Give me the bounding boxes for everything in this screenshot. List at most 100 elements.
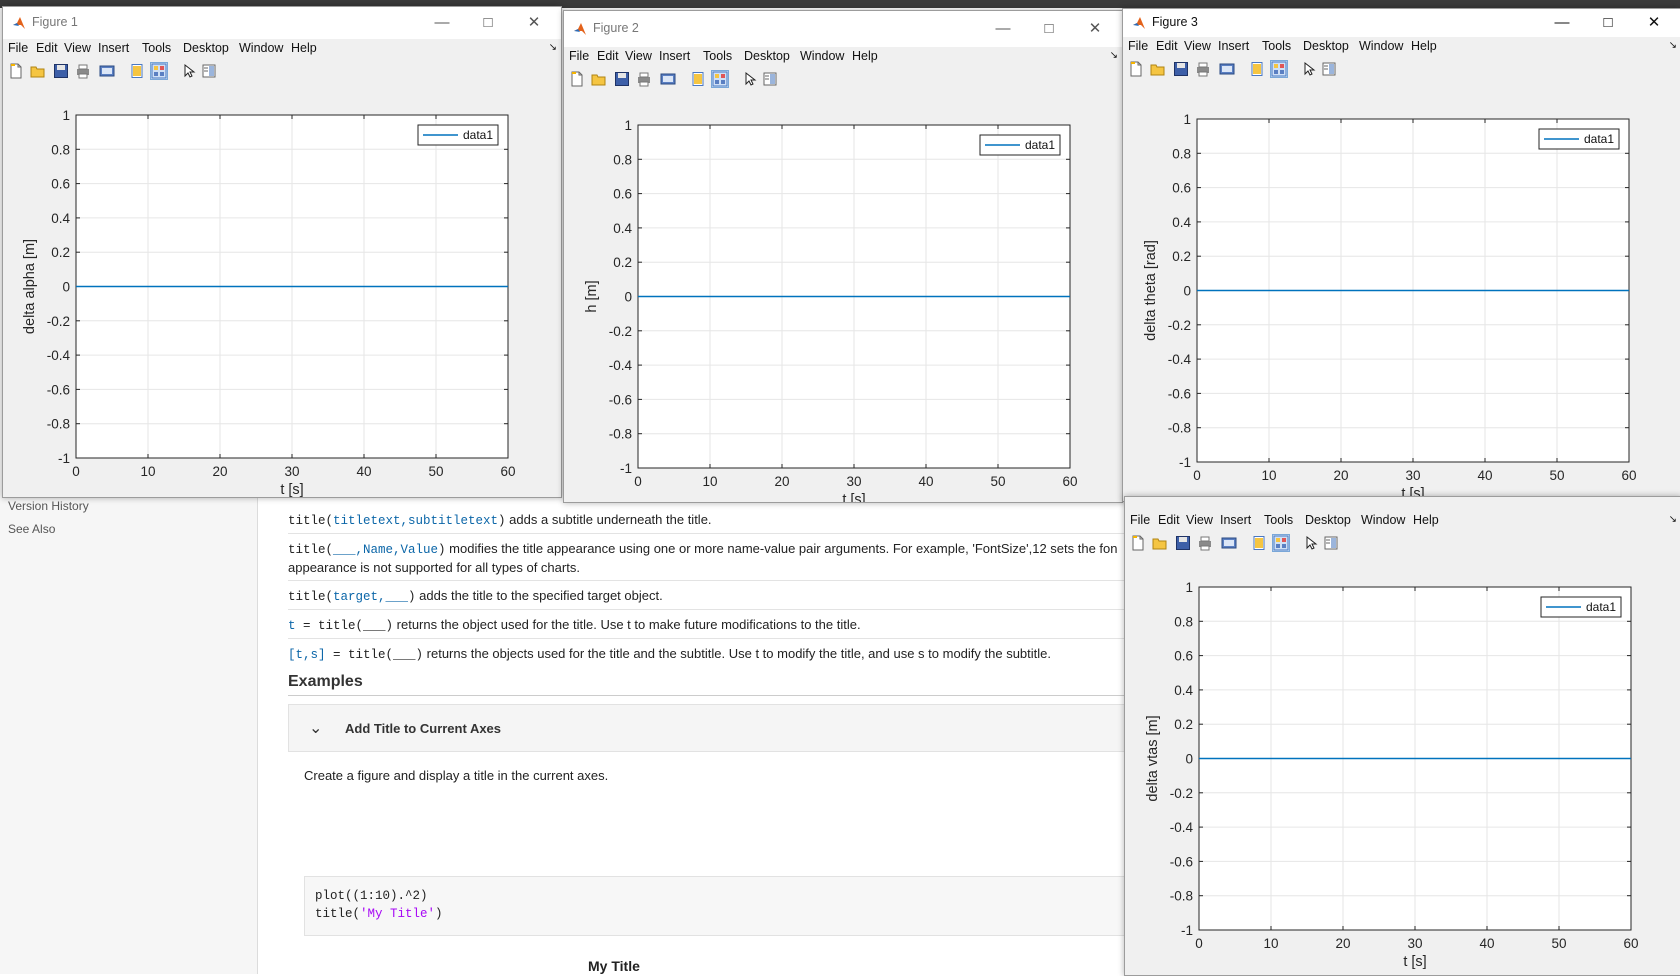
hide-plot-tools-icon[interactable] xyxy=(1251,535,1267,551)
link-plot-icon[interactable] xyxy=(1221,535,1237,551)
syntax-args-link[interactable]: ___,Name,Value xyxy=(333,543,438,557)
menu-desktop[interactable]: Desktop xyxy=(1303,39,1349,53)
menu-file[interactable]: File xyxy=(8,41,28,55)
menu-view[interactable]: View xyxy=(1186,513,1213,527)
menu-window[interactable]: Window xyxy=(1359,39,1403,53)
dock-arrow-icon[interactable]: ↘ xyxy=(1110,50,1118,61)
menu-edit[interactable]: Edit xyxy=(597,49,619,63)
maximize-icon[interactable]: □ xyxy=(1026,16,1072,42)
menu-edit[interactable]: Edit xyxy=(1156,39,1178,53)
menu-tools[interactable]: Tools xyxy=(1262,39,1291,53)
menu-edit[interactable]: Edit xyxy=(36,41,58,55)
menu-desktop[interactable]: Desktop xyxy=(183,41,229,55)
menu-edit[interactable]: Edit xyxy=(1158,513,1180,527)
example-accordion[interactable]: ⌄ Add Title to Current Axes xyxy=(288,704,1130,752)
axes-plot[interactable]: 0 10 20 30 40 50 60 -1 -0.8 -0.6 -0.4 -0.2 0 0.2 0.4 0.… xyxy=(564,90,1122,502)
menu-help[interactable]: Help xyxy=(852,49,878,63)
window-titlebar[interactable]: Figure 1 — □ ✕ xyxy=(3,7,561,39)
edit-plot-icon[interactable] xyxy=(1303,535,1319,551)
menu-window[interactable]: Window xyxy=(1361,513,1405,527)
show-plot-tools-icon[interactable] xyxy=(711,70,729,88)
window-titlebar[interactable]: Figure 3 — □ ✕ xyxy=(1123,9,1680,37)
figure-canvas[interactable]: 0 10 20 30 40 50 60 -1 -0.8 -0.6 -0.4 -0.2 0 0.2 0.4 0.… xyxy=(3,82,561,497)
menu-file[interactable]: File xyxy=(1128,39,1148,53)
open-file-icon[interactable] xyxy=(1150,61,1166,77)
menu-help[interactable]: Help xyxy=(291,41,317,55)
link-plot-icon[interactable] xyxy=(660,71,676,87)
menu-view[interactable]: View xyxy=(625,49,652,63)
menu-file[interactable]: File xyxy=(569,49,589,63)
new-figure-icon[interactable] xyxy=(1128,61,1144,77)
syntax-args-link[interactable]: titletext,subtitletext xyxy=(333,514,498,528)
figure-window-1[interactable]: Figure 1 — □ ✕ File Edit View Insert Tools Deskto… xyxy=(2,6,562,498)
print-icon[interactable] xyxy=(1195,61,1211,77)
window-titlebar[interactable]: Figure 2 — □ ✕ xyxy=(564,11,1122,47)
version-history-link[interactable]: Version History xyxy=(8,499,89,513)
hide-plot-tools-icon[interactable] xyxy=(690,71,706,87)
menu-view[interactable]: View xyxy=(64,41,91,55)
menu-desktop[interactable]: Desktop xyxy=(1305,513,1351,527)
print-icon[interactable] xyxy=(75,63,91,79)
open-property-inspector-icon[interactable] xyxy=(1323,535,1339,551)
save-icon[interactable] xyxy=(614,71,630,87)
dock-arrow-icon[interactable]: ↘ xyxy=(1669,514,1677,525)
edit-plot-icon[interactable] xyxy=(181,63,197,79)
open-file-icon[interactable] xyxy=(1152,535,1168,551)
open-property-inspector-icon[interactable] xyxy=(1321,61,1337,77)
menu-view[interactable]: View xyxy=(1184,39,1211,53)
syntax-output-link[interactable]: t xyxy=(288,619,296,633)
edit-plot-icon[interactable] xyxy=(1301,61,1317,77)
accordion-label[interactable]: Add Title to Current Axes xyxy=(345,721,501,736)
menu-insert[interactable]: Insert xyxy=(1220,513,1251,527)
figure-canvas[interactable]: 0 10 20 30 40 50 60 -1 -0.8 -0.6 -0.4 -0.2 0 0.2 0.4 0.… xyxy=(1123,81,1680,501)
link-plot-icon[interactable] xyxy=(1219,61,1235,77)
menu-help[interactable]: Help xyxy=(1413,513,1439,527)
syntax-output-link[interactable]: [t,s] xyxy=(288,648,326,662)
menu-desktop[interactable]: Desktop xyxy=(744,49,790,63)
menu-tools[interactable]: Tools xyxy=(142,41,171,55)
minimize-icon[interactable]: — xyxy=(419,10,465,36)
menu-window[interactable]: Window xyxy=(800,49,844,63)
axes-plot[interactable]: 0 10 20 30 40 50 60 -1 -0.8 -0.6 -0.4 -0.2 0 0.2 0.4 0.… xyxy=(1125,555,1680,975)
save-icon[interactable] xyxy=(1175,535,1191,551)
open-file-icon[interactable] xyxy=(591,71,607,87)
save-icon[interactable] xyxy=(53,63,69,79)
edit-plot-icon[interactable] xyxy=(742,71,758,87)
see-also-link[interactable]: See Also xyxy=(8,522,55,536)
show-plot-tools-icon[interactable] xyxy=(1272,534,1290,552)
menu-tools[interactable]: Tools xyxy=(703,49,732,63)
dock-arrow-icon[interactable]: ↘ xyxy=(549,42,557,53)
menu-window[interactable]: Window xyxy=(239,41,283,55)
hide-plot-tools-icon[interactable] xyxy=(1249,61,1265,77)
minimize-icon[interactable]: — xyxy=(1539,10,1585,36)
menu-tools[interactable]: Tools xyxy=(1264,513,1293,527)
menu-file[interactable]: File xyxy=(1130,513,1150,527)
dock-arrow-icon[interactable]: ↘ xyxy=(1669,40,1677,51)
menu-insert[interactable]: Insert xyxy=(659,49,690,63)
close-icon[interactable]: ✕ xyxy=(1072,16,1118,42)
link-plot-icon[interactable] xyxy=(99,63,115,79)
open-property-inspector-icon[interactable] xyxy=(762,71,778,87)
axes-plot[interactable]: 0 10 20 30 40 50 60 -1 -0.8 -0.6 -0.4 -0.2 0 0.2 0.4 0.… xyxy=(3,82,561,497)
open-property-inspector-icon[interactable] xyxy=(201,63,217,79)
show-plot-tools-icon[interactable] xyxy=(150,62,168,80)
new-figure-icon[interactable] xyxy=(1130,535,1146,551)
new-figure-icon[interactable] xyxy=(8,63,24,79)
print-icon[interactable] xyxy=(1197,535,1213,551)
menu-insert[interactable]: Insert xyxy=(1218,39,1249,53)
axes-plot[interactable]: 0 10 20 30 40 50 60 -1 -0.8 -0.6 -0.4 -0.2 0 0.2 0.4 0.… xyxy=(1123,81,1680,501)
open-file-icon[interactable] xyxy=(30,63,46,79)
figure-window-3[interactable]: Figure 3 — □ ✕ File Edit View Insert Tools Deskto… xyxy=(1122,8,1680,502)
save-icon[interactable] xyxy=(1173,61,1189,77)
hide-plot-tools-icon[interactable] xyxy=(129,63,145,79)
menu-insert[interactable]: Insert xyxy=(98,41,129,55)
syntax-args-link[interactable]: target,___ xyxy=(333,590,408,604)
figure-canvas[interactable]: 0 10 20 30 40 50 60 -1 -0.8 -0.6 -0.4 -0.2 0 0.2 0.4 0.… xyxy=(564,90,1122,502)
figure-canvas[interactable]: 0 10 20 30 40 50 60 -1 -0.8 -0.6 -0.4 -0.2 0 0.2 0.4 0.… xyxy=(1125,555,1680,975)
figure-window-4[interactable]: File Edit View Insert Tools Desktop Window Help… xyxy=(1124,496,1680,976)
maximize-icon[interactable]: □ xyxy=(1585,10,1631,36)
chevron-down-icon[interactable]: ⌄ xyxy=(309,718,322,738)
minimize-icon[interactable]: — xyxy=(980,16,1026,42)
print-icon[interactable] xyxy=(636,71,652,87)
show-plot-tools-icon[interactable] xyxy=(1270,60,1288,78)
